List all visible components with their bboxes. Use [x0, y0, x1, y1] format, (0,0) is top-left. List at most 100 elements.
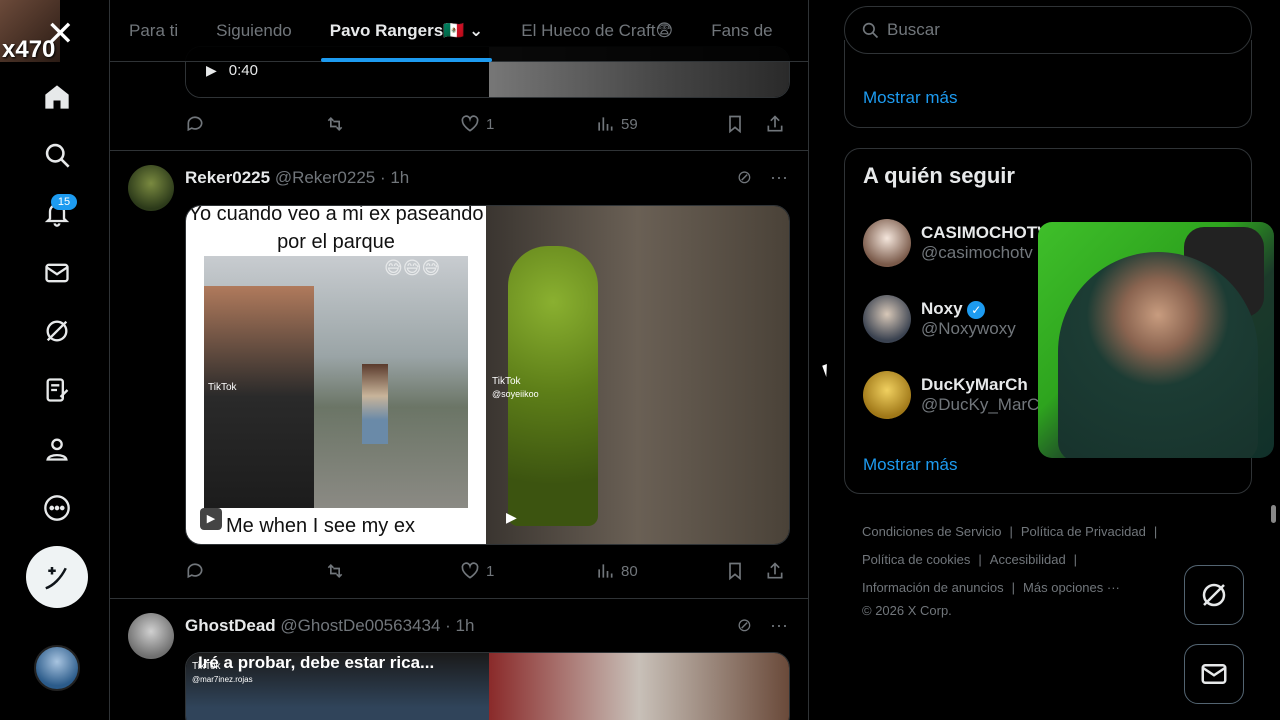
mail-icon[interactable]: [38, 254, 76, 292]
grok-icon[interactable]: [38, 312, 76, 350]
user-avatar[interactable]: [128, 613, 174, 659]
verified-badge-icon: ✓: [967, 300, 986, 319]
scrollbar[interactable]: [1271, 505, 1276, 523]
more-icon[interactable]: [38, 489, 76, 527]
tiktok-watermark: TikTok: [208, 382, 237, 393]
timeline-feed: Para ti Siguiendo Pavo Rangers🇲🇽 ⌄ El Hu…: [109, 0, 809, 720]
user-name[interactable]: CASIMOCHOTV: [921, 223, 1049, 243]
user-avatar[interactable]: [863, 371, 911, 419]
video-time: 0:40: [228, 62, 258, 79]
meme-emoji: 😅😅😅: [384, 258, 441, 278]
profile-icon[interactable]: [38, 430, 76, 468]
bookmark-button[interactable]: [725, 114, 765, 134]
meme-left-panel: Yo cuando veo a mi ex paseando por el pa…: [186, 206, 486, 544]
tweet-media[interactable]: Yo cuando veo a mi ex paseando por el pa…: [185, 205, 790, 545]
terms-link[interactable]: Condiciones de Servicio: [862, 524, 1001, 539]
tweet[interactable]: GhostDead @GhostDe00563434 · 1h ⊘ ··· Ti…: [110, 599, 808, 720]
play-icon[interactable]: ▶: [200, 508, 222, 530]
share-button[interactable]: [765, 561, 785, 581]
tweet-header: Reker0225 @Reker0225 · 1h: [185, 168, 409, 188]
tab-el-hueco-de-craft[interactable]: El Hueco de Craft😨: [502, 0, 692, 62]
user-handle[interactable]: @Reker0225 · 1h: [275, 168, 409, 187]
lists-icon[interactable]: [38, 371, 76, 409]
user-name[interactable]: GhostDead: [185, 616, 276, 635]
grok-icon: [1202, 583, 1226, 607]
search-icon[interactable]: [38, 136, 76, 174]
ads-info-link[interactable]: Información de anuncios: [862, 580, 1004, 595]
messages-float-button[interactable]: [1184, 644, 1244, 704]
tab-siguiendo[interactable]: Siguiendo: [197, 0, 311, 62]
media-right: [489, 653, 789, 720]
bookmark-icon: [729, 562, 741, 581]
repost-button[interactable]: [325, 114, 460, 134]
home-icon[interactable]: [38, 78, 76, 116]
show-more-link[interactable]: Mostrar más: [863, 455, 957, 475]
repost-icon: [327, 563, 343, 579]
user-handle: @DucKy_MarCh: [921, 395, 1049, 414]
bookmark-icon: [729, 115, 741, 134]
tab-para-ti[interactable]: Para ti: [110, 0, 197, 62]
user-avatar[interactable]: [863, 219, 911, 267]
tweet-tools: ⊘ ···: [737, 167, 788, 188]
mail-icon: [1201, 664, 1227, 684]
tweet-media[interactable]: TikTok @mar7inez.rojas Iré a probar, deb…: [185, 652, 790, 720]
share-button[interactable]: [765, 114, 785, 134]
play-icon[interactable]: ▶: [206, 62, 217, 79]
user-handle[interactable]: @GhostDe00563434 · 1h: [280, 616, 474, 635]
trends-card: Mostrar más: [844, 40, 1252, 128]
x-logo-icon[interactable]: ✕: [46, 14, 75, 54]
tiktok-user: @mar7inez.rojas: [192, 675, 253, 684]
grok-float-button[interactable]: [1184, 565, 1244, 625]
user-avatar[interactable]: [863, 295, 911, 343]
media-caption: Iré a probar, debe estar rica...: [198, 653, 435, 672]
bookmark-button[interactable]: [725, 561, 765, 581]
like-button[interactable]: 1: [460, 114, 595, 134]
repost-button[interactable]: [325, 561, 460, 581]
views-button[interactable]: 80: [595, 561, 725, 581]
streamer-figure: [1058, 252, 1258, 458]
show-more-link[interactable]: Mostrar más: [863, 88, 957, 108]
notifications-badge: 15: [51, 194, 77, 210]
media-left: TikTok @mar7inez.rojas Iré a probar, deb…: [186, 653, 489, 720]
views-button[interactable]: 59: [595, 114, 725, 134]
user-handle: @Noxywoxy: [921, 319, 1016, 338]
follow-suggestion[interactable]: Noxy ✓ @Noxywoxy: [863, 295, 1016, 343]
woman-figure: [362, 364, 388, 444]
account-avatar[interactable]: [34, 645, 80, 691]
more-options-icon[interactable]: ···: [770, 615, 788, 636]
views-count: 59: [621, 115, 638, 133]
accessibility-link[interactable]: Accesibilidad: [990, 552, 1066, 567]
tab-fans-de[interactable]: Fans de: [692, 0, 791, 62]
webcam-overlay: [1038, 222, 1274, 458]
follow-suggestion[interactable]: CASIMOCHOTV @casimochotv: [863, 219, 1049, 267]
grok-icon[interactable]: ⊘: [737, 167, 752, 188]
reply-button[interactable]: [185, 114, 325, 134]
tweet-header: GhostDead @GhostDe00563434 · 1h: [185, 616, 474, 636]
user-avatar[interactable]: [128, 165, 174, 211]
heart-icon: [461, 115, 479, 132]
cookies-link[interactable]: Política de cookies: [862, 552, 970, 567]
user-name[interactable]: Noxy ✓: [921, 299, 1016, 319]
android-figure: [508, 246, 598, 526]
compose-post-button[interactable]: [26, 546, 88, 608]
user-name[interactable]: DucKyMarCh: [921, 375, 1049, 395]
share-icon: [767, 562, 783, 579]
like-button[interactable]: 1: [460, 561, 595, 581]
reply-button[interactable]: [185, 561, 325, 581]
follow-suggestion[interactable]: DucKyMarCh @DucKy_MarCh: [863, 371, 1049, 419]
more-options-link[interactable]: Más opciones ···: [1023, 580, 1120, 595]
user-name[interactable]: Reker0225: [185, 168, 270, 187]
privacy-link[interactable]: Política de Privacidad: [1021, 524, 1146, 539]
views-icon: [598, 564, 613, 578]
more-options-icon[interactable]: ···: [770, 167, 788, 188]
who-to-follow-title: A quién seguir: [863, 163, 1015, 188]
tweet-tools: ⊘ ···: [737, 615, 788, 636]
left-nav: x470 ✕ 15: [0, 0, 110, 720]
play-icon[interactable]: ▶: [506, 509, 517, 526]
reply-icon: [187, 116, 203, 132]
tweet[interactable]: Reker0225 @Reker0225 · 1h ⊘ ··· Yo cuand…: [110, 151, 808, 599]
meme-caption-bottom: Me when I see my ex: [226, 515, 415, 537]
search-input[interactable]: Buscar: [887, 20, 940, 40]
tab-pavo-rangers[interactable]: Pavo Rangers🇲🇽 ⌄: [311, 0, 503, 62]
grok-icon[interactable]: ⊘: [737, 615, 752, 636]
